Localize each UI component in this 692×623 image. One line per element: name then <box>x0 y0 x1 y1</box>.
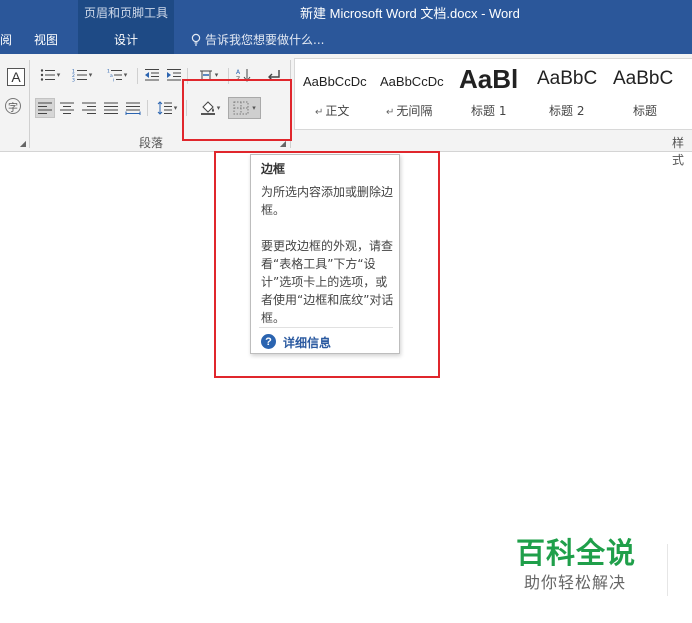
chevron-down-icon: ▾ <box>173 104 178 112</box>
styles-group-label: 样式 <box>672 136 685 167</box>
justify-icon <box>104 102 118 114</box>
enclose-characters-button[interactable]: 字 <box>5 98 21 114</box>
style-title[interactable]: AaBbC 标题 <box>605 59 692 131</box>
lightbulb-icon <box>191 33 201 46</box>
tab-view[interactable]: 视图 <box>34 31 58 48</box>
watermark-title: 百科全说 <box>516 536 637 570</box>
chevron-down-icon: ▾ <box>123 71 128 79</box>
style-heading-2[interactable]: AaBbC 标题 2 <box>527 59 605 131</box>
style-name: ↵ 正文 <box>315 104 350 118</box>
window-title: 新建 Microsoft Word 文档.docx - Word <box>300 6 520 21</box>
multilevel-list-button[interactable]: 1 a i ▾ <box>100 66 134 84</box>
line-spacing-icon <box>157 101 172 115</box>
svg-text:A: A <box>236 69 241 76</box>
style-sample: AaBbCcDc <box>303 74 367 89</box>
numbering-icon: 1 2 3 <box>72 69 87 83</box>
decrease-indent-button[interactable] <box>142 66 162 84</box>
tab-review[interactable]: 阅 <box>0 31 12 48</box>
justify-button[interactable] <box>101 99 121 117</box>
title-bar: 页眉和页脚工具 新建 Microsoft Word 文档.docx - Word <box>0 0 692 25</box>
separator <box>147 100 148 116</box>
multilevel-list-icon: 1 a i <box>107 69 122 83</box>
context-tool-group: 页眉和页脚工具 <box>78 0 174 25</box>
style-name: 标题 2 <box>549 104 585 118</box>
tell-me-search[interactable]: 告诉我您想要做什么... <box>190 31 324 48</box>
tell-me-text: 告诉我您想要做什么... <box>205 33 325 47</box>
style-sample: AaBbCcDc <box>380 74 444 89</box>
align-left-icon <box>38 102 52 114</box>
bullets-icon <box>40 69 55 81</box>
highlight-box-tooltip <box>214 151 440 378</box>
style-heading-1[interactable]: AaBl 标题 1 <box>449 59 527 131</box>
context-group-label: 页眉和页脚工具 <box>83 6 168 20</box>
character-border-button[interactable]: A <box>7 68 25 86</box>
style-sample: AaBbC <box>613 68 674 89</box>
align-center-button[interactable] <box>57 99 77 117</box>
watermark-divider <box>667 544 668 596</box>
distributed-icon <box>125 102 141 115</box>
svg-text:i: i <box>113 78 114 83</box>
tab-design-container: 设计 <box>78 25 174 54</box>
line-spacing-button[interactable]: ▾ <box>152 99 182 117</box>
style-name: 标题 <box>633 104 658 118</box>
group-separator <box>29 60 30 148</box>
separator <box>137 68 138 84</box>
increase-indent-icon <box>167 69 181 81</box>
decrease-indent-icon <box>145 69 159 81</box>
chevron-down-icon: ▾ <box>88 71 93 79</box>
distributed-button[interactable] <box>123 99 143 117</box>
style-no-spacing[interactable]: AaBbCcDc ↵ 无间隔 <box>372 59 449 131</box>
align-right-button[interactable] <box>79 99 99 117</box>
style-name: ↵ 无间隔 <box>386 104 433 118</box>
bullets-button[interactable]: ▾ <box>35 66 65 84</box>
ribbon-tab-row: 阅 视图 设计 告诉我您想要做什么... <box>0 25 692 54</box>
increase-indent-button[interactable] <box>164 66 184 84</box>
align-left-button[interactable] <box>35 98 55 118</box>
style-sample: AaBbC <box>537 68 598 89</box>
ribbon: A 字 ◢ ▾ 1 2 3 ▾ 1 a i ▾ ▾ A Z ▾ ▾ ▾ 段落 ◢… <box>0 54 692 167</box>
chevron-down-icon: ▾ <box>214 71 219 79</box>
style-sample: AaBl <box>459 64 519 94</box>
font-dialog-launcher-icon[interactable]: ◢ <box>19 139 27 148</box>
align-center-icon <box>60 102 74 114</box>
style-name: 标题 1 <box>471 104 507 118</box>
numbering-button[interactable]: 1 2 3 ▾ <box>66 66 98 84</box>
paragraph-group-label: 段落 <box>139 136 164 150</box>
tab-design[interactable]: 设计 <box>114 31 138 48</box>
watermark-subtitle: 助你轻松解决 <box>524 573 627 592</box>
align-right-icon <box>82 102 96 114</box>
style-normal[interactable]: AaBbCcDc ↵ 正文 <box>295 59 372 131</box>
highlight-box-borders-button <box>182 79 292 141</box>
chevron-down-icon: ▾ <box>56 71 61 79</box>
styles-gallery: AaBbCcDc ↵ 正文 AaBbCcDc ↵ 无间隔 AaBl 标题 1 AaB… <box>294 58 692 130</box>
svg-text:3: 3 <box>72 78 75 83</box>
